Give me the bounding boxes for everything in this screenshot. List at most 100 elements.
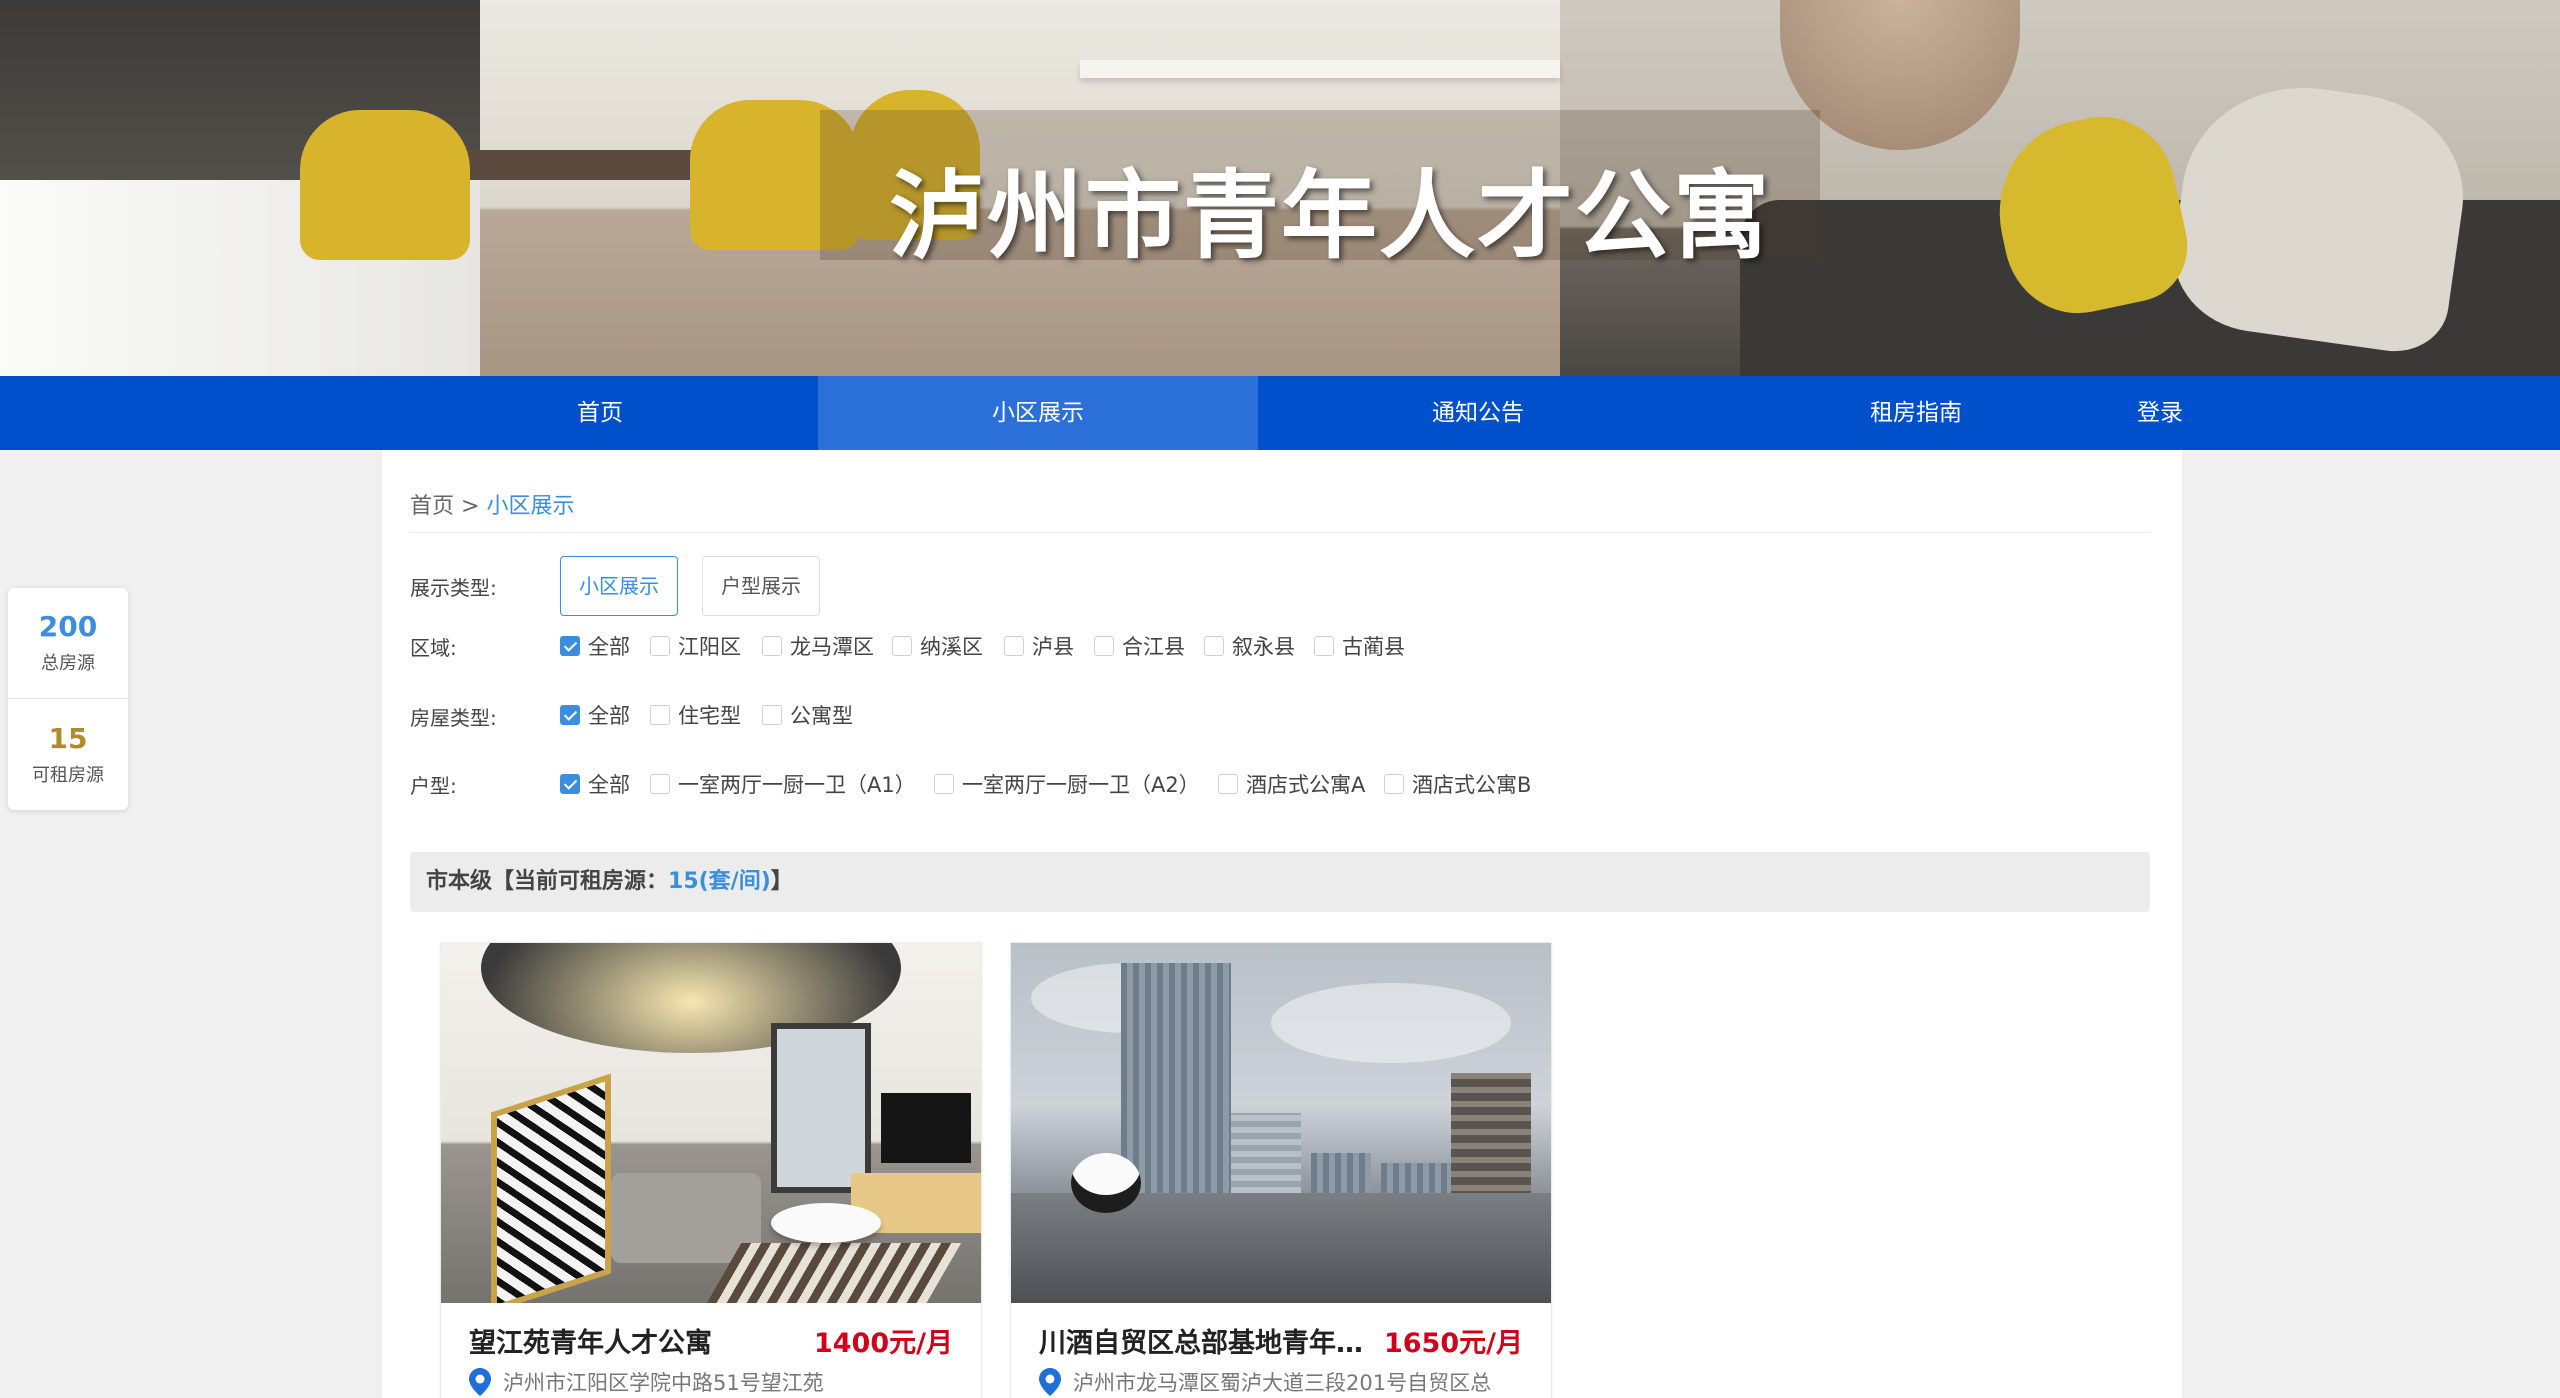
stat-available-label: 可租房源 [32,765,104,786]
nav-community[interactable]: 小区展示 [818,376,1258,450]
location-pin-icon [469,1368,491,1396]
layout-option-a1[interactable]: 一室两厅一厨一卫（A1） [650,769,916,799]
option-label: 酒店式公寓A [1246,773,1366,797]
listing-address: 泸州市江阳区学院中路51号望江苑 [469,1367,824,1397]
display-type-label: 展示类型: [410,576,497,600]
listing-photo-living-room[interactable] [441,943,981,1303]
stats-panel: 200 总房源 15 可租房源 [8,588,128,810]
option-label: 全部 [588,635,630,659]
cloud [1271,983,1511,1063]
layout-option-hotel-b[interactable]: 酒店式公寓B [1384,769,1531,799]
checkbox-icon[interactable] [1004,636,1024,656]
option-label: 公寓型 [790,704,853,728]
nav-rental-guide[interactable]: 租房指南 [1696,376,2136,450]
nav-login[interactable]: 登录 [2100,376,2220,450]
listing-photo-skyline[interactable] [1011,943,1551,1303]
option-label: 泸县 [1032,635,1074,659]
district-option-jiangyang[interactable]: 江阳区 [650,631,741,661]
layout-option-a2[interactable]: 一室两厅一厨一卫（A2） [934,769,1200,799]
layout-label: 户型: [410,774,457,798]
breadcrumb: 首页 > 小区展示 [410,488,574,520]
checkbox-checked-icon[interactable] [560,636,580,656]
checkbox-icon[interactable] [762,705,782,725]
main-nav: 首页 小区展示 通知公告 租房指南 登录 [0,376,2560,450]
header-banner: 泸州市青年人才公寓 [0,0,2560,376]
house-type-label: 房屋类型: [410,706,497,730]
checkbox-icon[interactable] [1218,774,1238,794]
available-count: 15(套/间) [668,869,771,894]
layout-option-hotel-a[interactable]: 酒店式公寓A [1218,769,1365,799]
district-label: 区域: [410,636,457,660]
option-label: 纳溪区 [920,635,983,659]
option-label: 龙马潭区 [790,635,874,659]
district-option-all[interactable]: 全部 [560,631,630,661]
checkbox-icon[interactable] [934,774,954,794]
checkbox-icon[interactable] [1314,636,1334,656]
option-label: 古蔺县 [1342,635,1405,659]
district-option-hejiang[interactable]: 合江县 [1094,631,1185,661]
listing-name[interactable]: 望江苑青年人才公寓 [469,1321,809,1360]
checkbox-icon[interactable] [1204,636,1224,656]
banner-shelf [1080,60,1560,78]
section-header: 市本级【当前可租房源：15(套/间)】 [410,852,2150,912]
section-suffix: 】 [770,869,793,894]
listing-card[interactable]: 川酒自贸区总部基地青年… 1650元/月 泸州市龙马潭区蜀泸大道三段201号自贸… [1010,942,1552,1398]
option-label: 住宅型 [678,704,741,728]
wall-art [491,1073,611,1303]
stats-divider [8,698,128,699]
option-label: 全部 [588,773,630,797]
location-pin-icon [1039,1368,1061,1396]
section-prefix: 市本级【当前可租房源： [426,869,669,894]
option-label: 一室两厅一厨一卫（A2） [962,773,1200,797]
display-community-button[interactable]: 小区展示 [560,556,678,616]
rug [700,1243,962,1303]
district-option-gulin[interactable]: 古蔺县 [1314,631,1405,661]
checkbox-icon[interactable] [650,774,670,794]
option-label: 合江县 [1122,635,1185,659]
tv [881,1093,971,1163]
checkbox-icon[interactable] [762,636,782,656]
stat-total-label: 总房源 [41,653,95,674]
breadcrumb-current: 小区展示 [486,494,575,519]
main-content: 首页 > 小区展示 展示类型: 小区展示 户型展示 区域: 全部 江阳区 龙马潭… [382,450,2182,1398]
nav-notices[interactable]: 通知公告 [1258,376,1698,450]
district-option-longmatan[interactable]: 龙马潭区 [762,631,874,661]
checkbox-icon[interactable] [1094,636,1114,656]
listing-name[interactable]: 川酒自贸区总部基地青年… [1039,1321,1379,1360]
breadcrumb-divider [410,532,2150,533]
house-type-option-apartment[interactable]: 公寓型 [762,700,853,730]
display-layout-button[interactable]: 户型展示 [702,556,820,616]
listing-price: 1650元/月 [1383,1328,1523,1359]
layout-option-all[interactable]: 全部 [560,769,630,799]
district-option-luxian[interactable]: 泸县 [1004,631,1074,661]
stat-total-value: 200 [38,610,98,643]
listing-address: 泸州市龙马潭区蜀泸大道三段201号自贸区总 [1039,1367,1491,1397]
checkbox-checked-icon[interactable] [560,774,580,794]
stat-total: 200 总房源 [8,610,128,675]
house-type-option-all[interactable]: 全部 [560,700,630,730]
window [771,1023,871,1193]
listing-card[interactable]: 望江苑青年人才公寓 1400元/月 泸州市江阳区学院中路51号望江苑 [440,942,982,1398]
house-type-option-residential[interactable]: 住宅型 [650,700,741,730]
option-label: 叙永县 [1232,635,1295,659]
panda-statue [1071,1153,1141,1213]
checkbox-checked-icon[interactable] [560,705,580,725]
option-label: 全部 [588,704,630,728]
checkbox-icon[interactable] [892,636,912,656]
option-label: 江阳区 [678,635,741,659]
stat-available: 15 可租房源 [8,722,128,787]
checkbox-icon[interactable] [1384,774,1404,794]
checkbox-icon[interactable] [650,705,670,725]
listing-address-text: 泸州市江阳区学院中路51号望江苑 [503,1371,824,1395]
breadcrumb-home[interactable]: 首页 > [410,494,479,519]
district-option-naxi[interactable]: 纳溪区 [892,631,983,661]
district-option-xuyong[interactable]: 叙永县 [1204,631,1295,661]
listing-price: 1400元/月 [813,1328,953,1359]
listing-address-text: 泸州市龙马潭区蜀泸大道三段201号自贸区总 [1073,1371,1492,1395]
site-title: 泸州市青年人才公寓 [889,160,1771,272]
nav-home[interactable]: 首页 [330,376,870,450]
checkbox-icon[interactable] [650,636,670,656]
stat-available-value: 15 [48,722,88,755]
coffee-table [771,1203,881,1243]
option-label: 酒店式公寓B [1412,773,1532,797]
